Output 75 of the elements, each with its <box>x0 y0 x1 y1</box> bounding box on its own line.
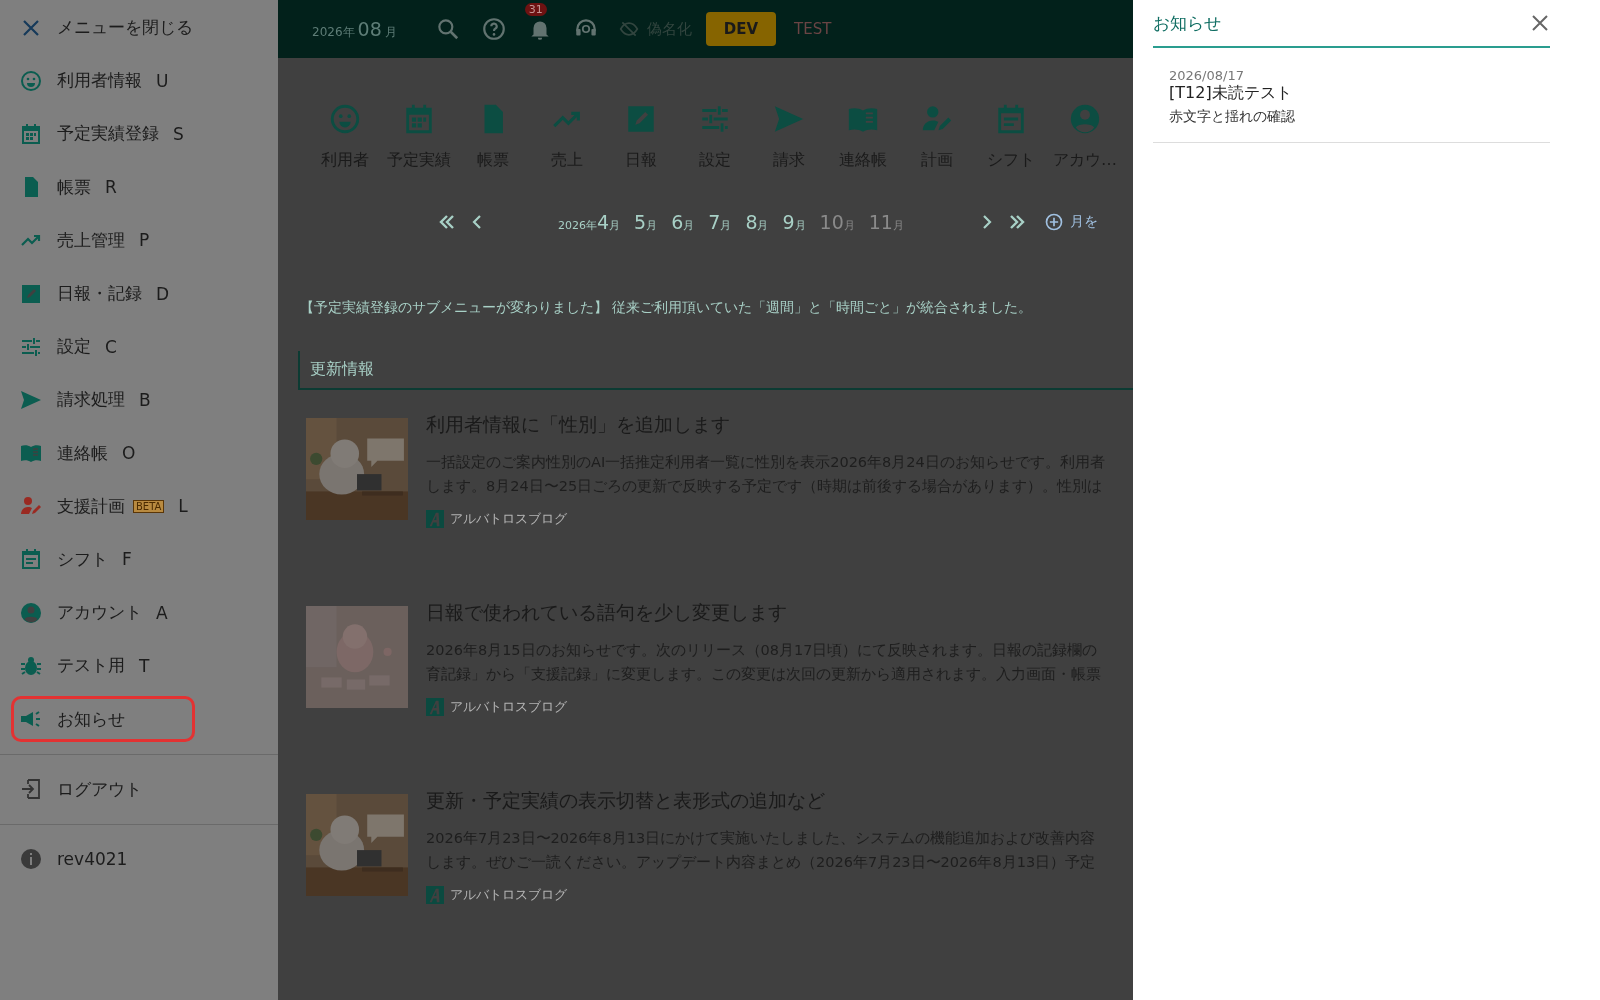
info-icon <box>19 847 43 872</box>
shortcut-key: C <box>105 336 117 357</box>
logout-icon <box>19 777 43 802</box>
blog-logo-icon <box>426 510 444 528</box>
environment-tab[interactable]: DEV <box>705 12 777 46</box>
sidebar-item[interactable]: 日報・記録 D <box>11 270 195 317</box>
close-menu-button[interactable]: メニューを閉じる <box>11 4 195 51</box>
item-label: 売上管理 <box>57 228 125 252</box>
sidebar-item[interactable]: お知らせ <box>11 696 195 743</box>
month-button[interactable]: 5月 <box>634 211 658 233</box>
month-button[interactable]: 7月 <box>708 211 732 233</box>
shortcut-key: P <box>139 230 150 251</box>
item-label: 設定 <box>57 335 91 359</box>
sidebar-item[interactable]: 支援計画 BETA L <box>11 483 195 530</box>
item-label: 日報・記録 <box>57 282 142 306</box>
sidebar-item[interactable]: シフト F <box>11 536 195 583</box>
announcement-text: 【予定実績登録のサブメニューが変わりました】 従来ご利用頂いていた「週間」と「時間ごと」が統合されました。 <box>300 299 1034 317</box>
shortcut-key: R <box>105 177 117 198</box>
sidebar-item[interactable]: 利用者情報 U <box>11 57 195 104</box>
item-label: アカウント <box>57 601 142 625</box>
blog-logo-icon <box>426 886 444 904</box>
month-button[interactable]: 9月 <box>782 211 806 233</box>
shortcut-key: T <box>139 655 150 676</box>
sidebar-item[interactable]: アカウント A <box>11 589 195 636</box>
sidebar-item[interactable]: 売上管理 P <box>11 217 195 264</box>
notification-badge: 31 <box>524 3 547 16</box>
sidebar-item[interactable]: 設定 C <box>11 323 195 370</box>
sidebar-item[interactable]: テスト用 T <box>11 642 195 689</box>
item-label: 予定実績登録 <box>57 122 159 146</box>
panel-title: お知らせ <box>1153 11 1221 35</box>
blog-source: アルバトロスブログ <box>450 698 567 716</box>
shortcut-key: S <box>173 123 184 144</box>
item-label: 支援計画 <box>57 494 125 518</box>
blog-source: アルバトロスブログ <box>450 886 567 904</box>
item-label: 請求処理 <box>57 388 125 412</box>
shortcut-key: U <box>156 70 169 91</box>
sidebar-item[interactable]: 予定実績登録 S <box>11 110 195 157</box>
notice-body: 赤文字と揺れの確認 <box>1169 108 1296 126</box>
shortcut-key: O <box>122 443 136 464</box>
item-label: 連絡帳 <box>57 441 108 465</box>
item-label: 利用者情報 <box>57 69 142 93</box>
shortcut-key: B <box>139 389 151 410</box>
sidebar-item[interactable]: 請求処理 B <box>11 376 195 423</box>
item-label: テスト用 <box>57 654 125 678</box>
add-month-button[interactable]: 月を <box>1043 212 1098 232</box>
notice-item[interactable]: 2026/08/17 [T12]未読テスト 赤文字と揺れの確認 <box>1153 48 1550 143</box>
close-icon[interactable] <box>1530 13 1550 33</box>
month-button[interactable]: 2026年4月 <box>558 211 621 233</box>
month-button[interactable]: 8月 <box>745 211 769 233</box>
smiley-icon <box>328 102 362 136</box>
blog-logo-icon <box>426 698 444 716</box>
logout-button[interactable]: ログアウト <box>11 766 195 813</box>
shortcut-key: D <box>156 283 170 304</box>
shortcut-key: F <box>122 549 132 570</box>
current-month[interactable]: 2026年 08 月 <box>312 17 397 41</box>
eye-off-icon <box>618 19 639 39</box>
sidebar-item[interactable]: 帳票 R <box>11 164 195 211</box>
blog-source: アルバトロスブログ <box>450 510 567 528</box>
plus-circle-icon <box>1043 212 1064 232</box>
beta-badge: BETA <box>133 499 165 513</box>
item-label: お知らせ <box>57 707 125 731</box>
account-icon <box>1068 102 1102 136</box>
first-page-icon[interactable] <box>438 213 456 231</box>
item-label: シフト <box>57 547 108 571</box>
shortcut-key: L <box>178 496 188 517</box>
last-page-icon[interactable] <box>1007 213 1026 231</box>
notice-title: [T12]未読テスト <box>1169 83 1293 104</box>
notice-date: 2026/08/17 <box>1169 68 1245 83</box>
shortcut-key: A <box>156 602 168 623</box>
month-button[interactable]: 6月 <box>671 211 695 233</box>
help-icon[interactable] <box>480 16 507 42</box>
item-label: 帳票 <box>57 175 91 199</box>
version-text: rev4021 <box>57 849 128 870</box>
section-heading: 更新情報 <box>298 351 1133 390</box>
sidebar-item[interactable]: 連絡帳 O <box>11 430 195 477</box>
